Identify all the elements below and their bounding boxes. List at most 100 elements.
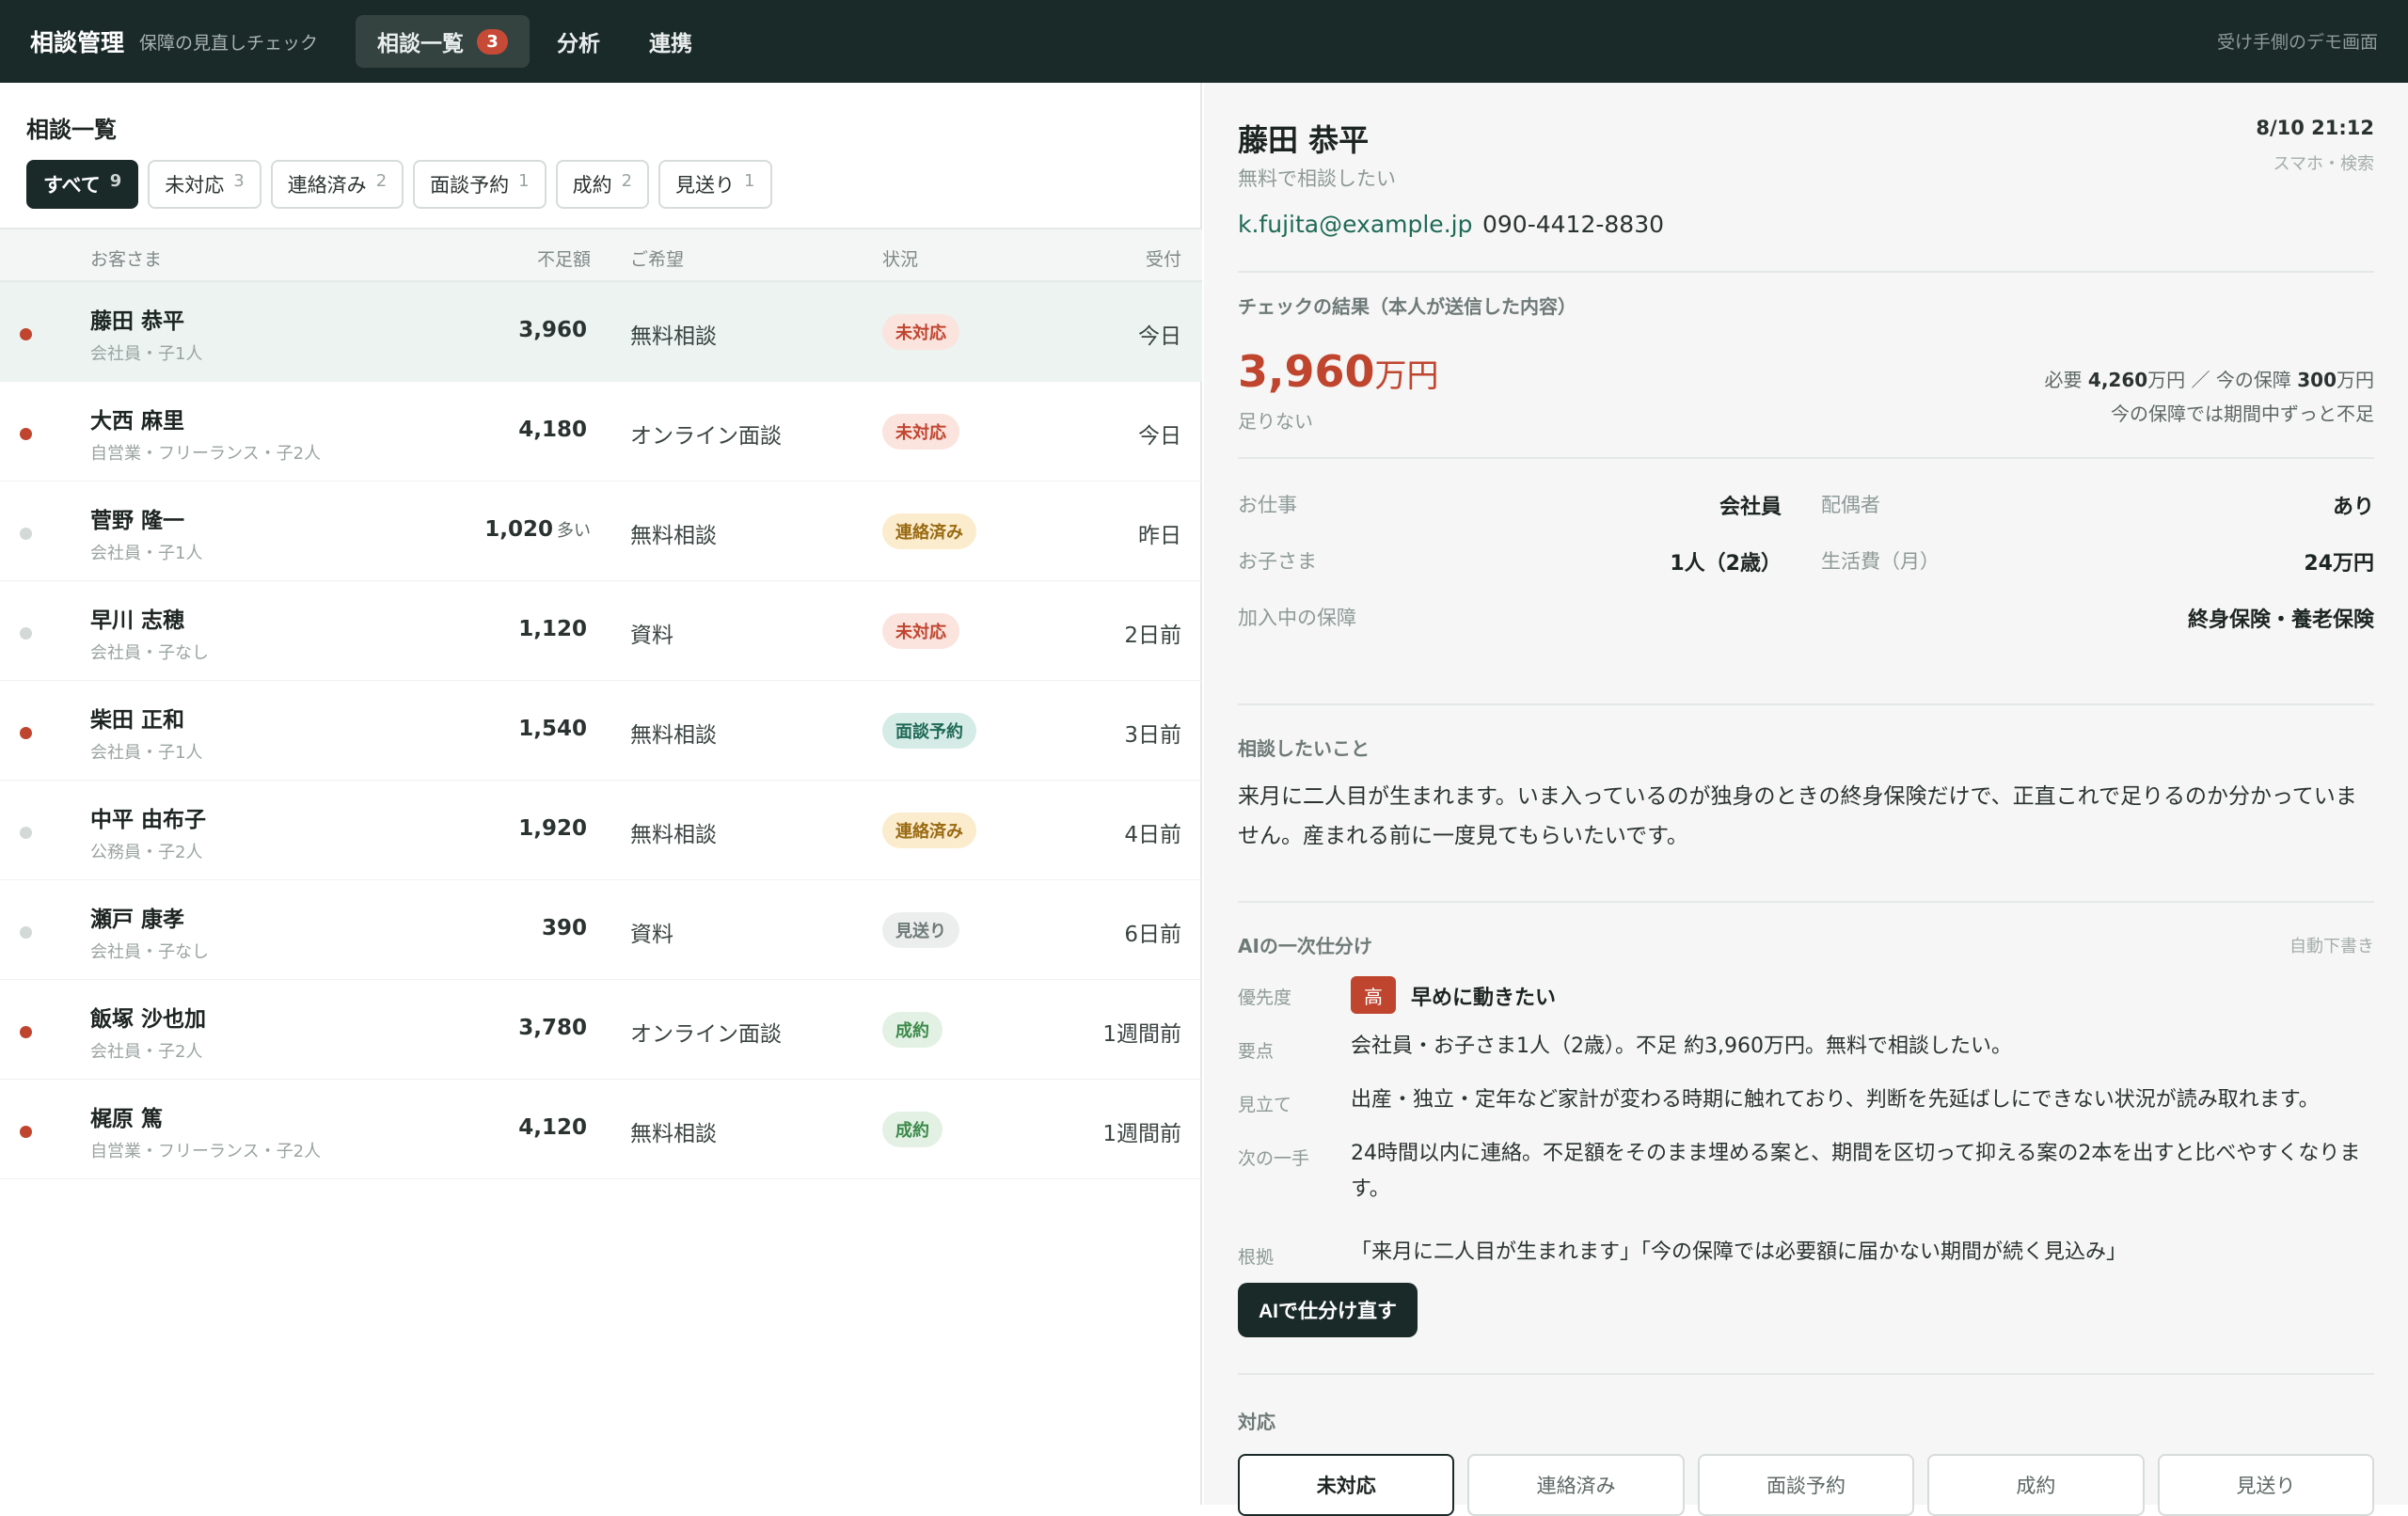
status-badge: 面談予約 [882, 713, 976, 749]
shortfall-amount: 3,780 [518, 1016, 591, 1040]
table-row[interactable]: 瀬戸 康孝 会社員・子なし 390 資料 見送り 6日前 [0, 880, 1202, 980]
column-header-shortfall[interactable]: 不足額 [537, 245, 591, 271]
status-badge: 未対応 [882, 414, 959, 450]
table-row[interactable]: 菅野 隆一 会社員・子1人 1,020 多い 無料相談 連絡済み 昨日 [0, 482, 1202, 581]
unread-indicator [20, 428, 32, 440]
filter-label: 成約 [572, 174, 612, 197]
action-unhandled-button[interactable]: 未対応 [1238, 1454, 1455, 1516]
customer-profile: 会社員・子1人 [90, 743, 203, 763]
filter-count: 2 [375, 170, 388, 191]
living-cost-value: 24万円 [2304, 552, 2374, 576]
shortfall-note: 足りない [1238, 410, 1313, 433]
email-link[interactable]: k.fujita@example.jp [1238, 211, 1472, 238]
shortfall-amount: 390 [542, 916, 591, 940]
action-section-label: 対応 [1238, 1411, 1275, 1433]
table-row[interactable]: 中平 由布子 公務員・子2人 1,920 無料相談 連絡済み 4日前 [0, 781, 1202, 880]
customer-name: 菅野 隆一 [90, 509, 185, 533]
basis-label: 根拠 [1238, 1247, 1275, 1268]
table-row[interactable]: 柴田 正和 会社員・子1人 1,540 無料相談 面談予約 3日前 [0, 681, 1202, 781]
column-header-customer[interactable]: お客さま [90, 245, 162, 271]
shortfall-value: 390 [541, 916, 587, 940]
table-row[interactable]: 藤田 恭平 会社員・子1人 3,960 無料相談 未対応 今日 [0, 282, 1202, 382]
unread-indicator [20, 328, 32, 340]
shortfall-amount: 1,120 [518, 617, 591, 641]
wish-type: 無料相談 [630, 1122, 717, 1146]
table-row[interactable]: 大西 麻里 自営業・フリーランス・子2人 4,180 オンライン面談 未対応 今日 [0, 382, 1202, 482]
shortfall-value: 3,960 [518, 318, 587, 342]
status-badge: 成約 [882, 1012, 943, 1048]
action-declined-button[interactable]: 見送り [2157, 1454, 2375, 1516]
shortfall-amount: 4,180 [518, 418, 591, 442]
customer-name: 飯塚 沙也加 [90, 1007, 207, 1032]
unread-indicator [20, 926, 32, 939]
filter-label: 見送り [675, 174, 736, 197]
need-value: 4,260 [2087, 369, 2148, 391]
divider [1238, 271, 2374, 273]
request-type: 無料で相談したい [1238, 167, 1396, 190]
nav-tab-analytics[interactable]: 分析 [535, 15, 622, 68]
nav-tab-consultation-list[interactable]: 相談一覧 3 [356, 15, 531, 68]
unhandled-count-badge: 3 [477, 28, 509, 55]
divider [1238, 901, 2374, 903]
filter-count: 1 [518, 170, 530, 191]
table-row[interactable]: 飯塚 沙也加 会社員・子2人 3,780 オンライン面談 成約 1週間前 [0, 980, 1202, 1080]
filter-contacted[interactable]: 連絡済み 2 [270, 160, 404, 209]
status-badge: 未対応 [882, 314, 959, 350]
column-header-status[interactable]: 状況 [882, 245, 918, 271]
kids-value: 1人（2歳） [1670, 552, 1782, 576]
column-header-received[interactable]: 受付 [1146, 245, 1181, 271]
summary-label: 要点 [1238, 1041, 1275, 1062]
status-badge: 見送り [882, 912, 959, 948]
auto-draft-tag: 自動下書き [2289, 937, 2374, 956]
column-header-wish[interactable]: ご希望 [630, 245, 684, 271]
customer-profile: 会社員・子2人 [90, 1042, 203, 1062]
table-row[interactable]: 梶原 篤自営業・フリーランス・子2人 4,120 無料相談 成約 1週間前 [0, 1080, 1202, 1179]
action-contacted-button[interactable]: 連絡済み [1467, 1454, 1685, 1516]
wish-type: 無料相談 [630, 324, 717, 349]
received-time: 1週間前 [1102, 1122, 1181, 1146]
current-policies-value: 終身保険・養老保険 [2187, 608, 2374, 632]
shortfall-value: 1,540 [518, 717, 587, 741]
summary-text: 会社員・お子さま1人（2歳）。不足 約3,960万円。無料で相談したい。 [1351, 1034, 2012, 1058]
action-meeting-button[interactable]: 面談予約 [1697, 1454, 1915, 1516]
received-time: 今日 [1138, 324, 1181, 349]
customer-name: 大西 麻里 [90, 409, 185, 434]
inquiry-source: スマホ・検索 [2273, 154, 2374, 174]
filter-unhandled[interactable]: 未対応 3 [148, 160, 261, 209]
spouse-label: 配偶者 [1821, 494, 1880, 516]
received-time: 昨日 [1138, 524, 1181, 548]
wish-type: オンライン面談 [630, 1022, 782, 1047]
nav-tab-integration[interactable]: 連携 [627, 15, 714, 68]
nav-tab-label: 連携 [649, 32, 693, 56]
customer-profile: 会社員・子なし [90, 942, 209, 962]
filter-label: 連絡済み [287, 174, 367, 197]
filter-closed[interactable]: 成約 2 [555, 160, 650, 209]
filter-all[interactable]: すべて 9 [26, 160, 139, 209]
wish-type: 無料相談 [630, 524, 717, 548]
coverage-note: 今の保障では期間中ずっと不足 [2111, 403, 2374, 425]
priority-text: 早めに動きたい [1411, 987, 1557, 1010]
divider [1238, 457, 2374, 459]
status-badge: 未対応 [882, 613, 959, 649]
outlook-label: 見立て [1238, 1095, 1292, 1115]
customer-name: 藤田 恭平 [90, 309, 185, 334]
need-vs-current: 必要 4,260万円 ／ 今の保障 300万円 [2045, 365, 2374, 392]
filter-meeting-booked[interactable]: 面談予約 1 [413, 160, 547, 209]
demo-note: 受け手側のデモ画面 [2216, 32, 2378, 53]
kids-label: お子さま [1238, 550, 1317, 573]
over-note: 多い [557, 521, 591, 541]
need-unit: 万円 [2147, 369, 2186, 391]
status-action-group: 未対応 連絡済み 面談予約 成約 見送り [1238, 1454, 2375, 1516]
shortfall-amount: 3,960 [518, 318, 591, 342]
customer-name: 梶原 篤 [90, 1107, 164, 1131]
received-time: 3日前 [1124, 723, 1181, 748]
unread-indicator [20, 1026, 32, 1038]
table-row[interactable]: 早川 志穂 会社員・子なし 1,120 資料 未対応 2日前 [0, 581, 1202, 681]
filter-declined[interactable]: 見送り 1 [658, 160, 772, 209]
filter-label: 面談予約 [430, 174, 510, 197]
phone-number[interactable]: 090-4412-8830 [1482, 211, 1664, 238]
action-closed-button[interactable]: 成約 [1927, 1454, 2145, 1516]
ai-retriage-button[interactable]: AIで仕分け直す [1238, 1283, 1418, 1337]
outlook-text: 出産・独立・定年など家計が変わる時期に触れており、判断を先延ばしにできない状況が… [1351, 1088, 2320, 1112]
shortfall-value: 1,020 [484, 517, 553, 542]
